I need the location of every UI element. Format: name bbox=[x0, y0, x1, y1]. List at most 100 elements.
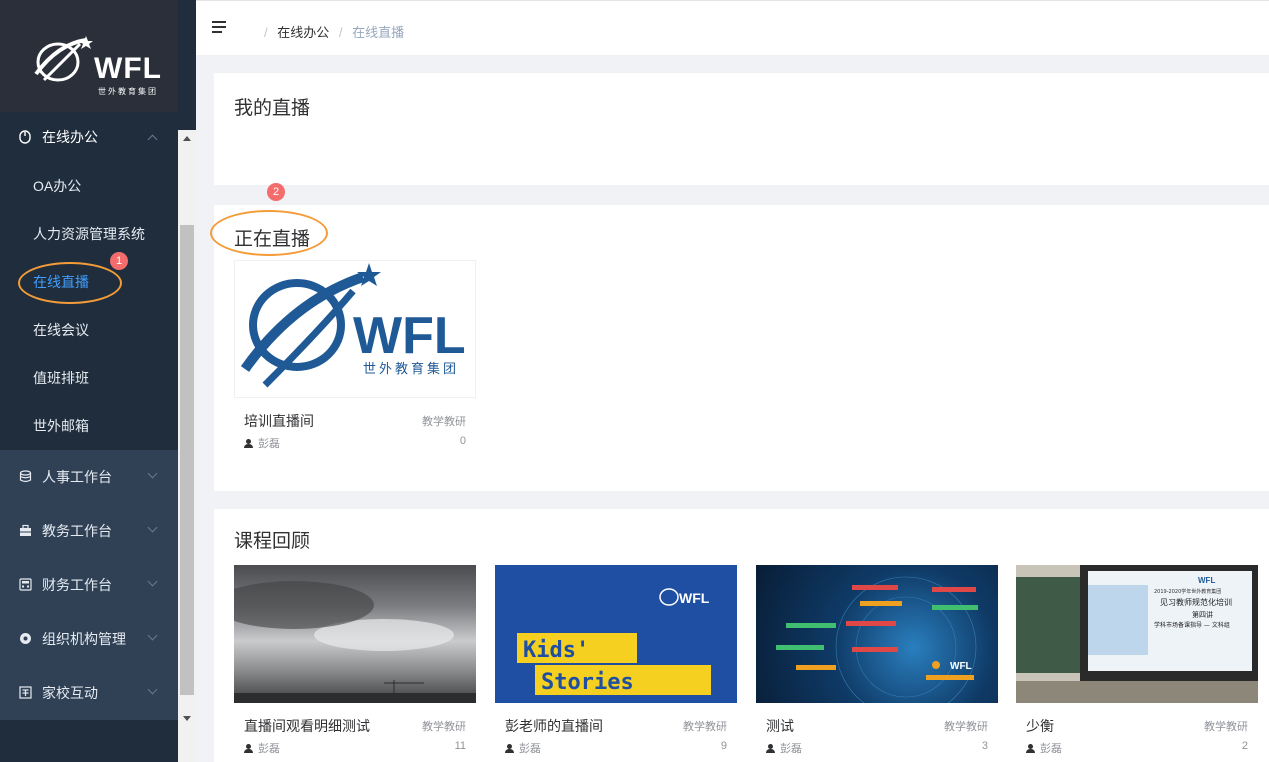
globe-logo-icon bbox=[34, 36, 93, 82]
card-name[interactable]: 培训直播间 bbox=[244, 411, 314, 431]
sidebar-item-label: 在线会议 bbox=[33, 322, 89, 338]
card-category: 教学教研 bbox=[422, 721, 466, 733]
scroll-down-icon[interactable] bbox=[183, 716, 191, 721]
breadcrumb-separator: / bbox=[338, 25, 343, 40]
scrollbar-thumb[interactable] bbox=[180, 225, 194, 695]
chevron-down-icon bbox=[147, 684, 158, 695]
breadcrumb-current: 在线直播 bbox=[352, 25, 405, 40]
calculator-icon bbox=[18, 578, 32, 592]
sidebar-item-label: 世外邮箱 bbox=[33, 418, 89, 434]
logo-subtitle: 世外教育集团 bbox=[98, 87, 158, 96]
card-category: 教学教研 bbox=[1204, 721, 1248, 733]
sidebar-item-mail[interactable]: 世外邮箱 bbox=[0, 402, 178, 450]
user-icon bbox=[244, 439, 253, 448]
menu-group-hr[interactable]: 人事工作台 bbox=[0, 450, 178, 504]
svg-text:WFL: WFL bbox=[353, 307, 466, 365]
database-icon bbox=[18, 470, 32, 484]
card-name[interactable]: 彭老师的直播间 bbox=[505, 716, 603, 736]
card-owner: 彭磊 bbox=[766, 740, 802, 756]
live-now-panel: 正在直播 WFL 世外教育集团 培训直播间 教学教研 彭磊 0 bbox=[214, 205, 1269, 491]
chevron-down-icon bbox=[147, 468, 158, 479]
review-card[interactable]: WFL Kids' Stories 彭老师的直播间 教学教研 彭磊 9 bbox=[495, 565, 737, 762]
live-card-thumbnail[interactable]: WFL 世外教育集团 bbox=[234, 260, 476, 398]
mouse-icon bbox=[18, 130, 32, 144]
svg-text:第四讲: 第四讲 bbox=[1192, 610, 1213, 619]
card-owner: 彭磊 bbox=[244, 435, 280, 451]
sidebar-item-duty[interactable]: 值班排班 bbox=[0, 354, 178, 402]
review-card[interactable]: WFL 测试 教学教研 彭磊 3 bbox=[756, 565, 998, 762]
menu-group-org[interactable]: 组织机构管理 bbox=[0, 612, 178, 666]
card-count: 2 bbox=[1241, 740, 1248, 752]
review-card-thumbnail[interactable]: WFL 2019-2020学年世外教育集团 见习教师规范化培训 第四讲 学科市场… bbox=[1016, 565, 1258, 703]
svg-text:世外教育集团: 世外教育集团 bbox=[363, 361, 459, 377]
menu-group-academic[interactable]: 教务工作台 bbox=[0, 504, 178, 558]
sidebar-item-oa[interactable]: OA办公 bbox=[0, 162, 178, 210]
scroll-up-icon[interactable] bbox=[183, 136, 191, 141]
menu-group-label: 组织机构管理 bbox=[42, 631, 126, 647]
svg-text:Kids': Kids' bbox=[523, 638, 589, 663]
breadcrumb: / 在线办公 / 在线直播 bbox=[258, 22, 404, 41]
card-count: 3 bbox=[981, 740, 988, 752]
chevron-down-icon bbox=[147, 576, 158, 587]
sidebar: WFL 世外教育集团 在线办公 OA办公 人力资源管理系统 在线直播 在线会议 … bbox=[0, 0, 196, 762]
sidebar-scrollbar[interactable] bbox=[178, 130, 196, 762]
card-owner: 彭磊 bbox=[505, 740, 541, 756]
card-category: 教学教研 bbox=[944, 721, 988, 733]
svg-text:WFL: WFL bbox=[1198, 576, 1215, 585]
chevron-down-icon bbox=[147, 630, 158, 641]
card-count: 0 bbox=[459, 435, 466, 447]
svg-text:学科市场备课指导 — 文科组: 学科市场备课指导 — 文科组 bbox=[1154, 621, 1230, 629]
svg-text:WFL: WFL bbox=[679, 590, 710, 606]
review-card[interactable]: WFL 2019-2020学年世外教育集团 见习教师规范化培训 第四讲 学科市场… bbox=[1016, 565, 1258, 762]
card-category: 教学教研 bbox=[422, 416, 466, 428]
logo[interactable]: WFL 世外教育集团 bbox=[0, 0, 178, 130]
menu-group-label: 人事工作台 bbox=[42, 469, 112, 485]
menu-group-label: 教务工作台 bbox=[42, 523, 112, 539]
wfl-logo-icon: WFL 世外教育集团 bbox=[240, 263, 466, 388]
review-card-thumbnail[interactable]: WFL Kids' Stories bbox=[495, 565, 737, 703]
review-card[interactable]: 直播间观看明细测试 教学教研 彭磊 11 bbox=[234, 565, 476, 762]
side-menu: 在线办公 OA办公 人力资源管理系统 在线直播 在线会议 值班排班 世外邮箱 人… bbox=[0, 112, 178, 720]
svg-text:2019-2020学年世外教育集团: 2019-2020学年世外教育集团 bbox=[1154, 588, 1221, 595]
svg-text:见习教师规范化培训: 见习教师规范化培训 bbox=[1160, 597, 1232, 607]
card-name[interactable]: 直播间观看明细测试 bbox=[244, 716, 370, 736]
user-icon bbox=[766, 744, 775, 753]
sidebar-item-meeting[interactable]: 在线会议 bbox=[0, 306, 178, 354]
sidebar-item-hr-system[interactable]: 人力资源管理系统 bbox=[0, 210, 178, 258]
review-panel: 课程回顾 直播间观看明细测试 教学教研 彭磊 11 WFL Kids' Stor… bbox=[214, 509, 1269, 762]
user-icon bbox=[244, 744, 253, 753]
menu-group-label: 财务工作台 bbox=[42, 577, 112, 593]
review-card-thumbnail[interactable]: WFL bbox=[756, 565, 998, 703]
menu-group-home-school[interactable]: 家校互动 bbox=[0, 666, 178, 720]
menu-group-online-office[interactable]: 在线办公 bbox=[0, 112, 178, 162]
chevron-up-icon bbox=[147, 134, 158, 145]
section-title-review: 课程回顾 bbox=[234, 531, 311, 552]
school-icon bbox=[18, 686, 32, 700]
annotation-badge-1: 1 bbox=[110, 252, 128, 270]
classroom-screen-photo: WFL 2019-2020学年世外教育集团 见习教师规范化培训 第四讲 学科市场… bbox=[1016, 565, 1258, 703]
menu-group-finance[interactable]: 财务工作台 bbox=[0, 558, 178, 612]
svg-text:WFL: WFL bbox=[950, 661, 972, 672]
user-icon bbox=[505, 744, 514, 753]
user-icon bbox=[1026, 744, 1035, 753]
card-name[interactable]: 测试 bbox=[766, 716, 794, 736]
hamburger-icon[interactable] bbox=[212, 21, 226, 33]
card-category: 教学教研 bbox=[683, 721, 727, 733]
card-owner: 彭磊 bbox=[1026, 740, 1062, 756]
sub-menu: OA办公 人力资源管理系统 在线直播 在线会议 值班排班 世外邮箱 bbox=[0, 162, 178, 450]
gear-icon bbox=[18, 632, 32, 646]
breadcrumb-separator: / bbox=[264, 25, 268, 40]
live-card[interactable]: WFL 世外教育集团 培训直播间 教学教研 彭磊 0 bbox=[234, 260, 476, 460]
card-count: 11 bbox=[454, 740, 466, 752]
card-name[interactable]: 少衡 bbox=[1026, 716, 1054, 736]
review-card-thumbnail[interactable] bbox=[234, 565, 476, 703]
menu-group-label: 家校互动 bbox=[42, 685, 98, 701]
card-count: 9 bbox=[720, 740, 727, 752]
highlight-ring-live-now-title bbox=[210, 210, 328, 256]
sidebar-item-label: 值班排班 bbox=[33, 370, 89, 386]
chevron-down-icon bbox=[147, 522, 158, 533]
logo-text: WFL bbox=[94, 52, 162, 85]
breadcrumb-parent[interactable]: 在线办公 bbox=[277, 25, 329, 40]
svg-text:Stories: Stories bbox=[541, 670, 634, 695]
network-map-graphic: WFL bbox=[776, 576, 978, 703]
